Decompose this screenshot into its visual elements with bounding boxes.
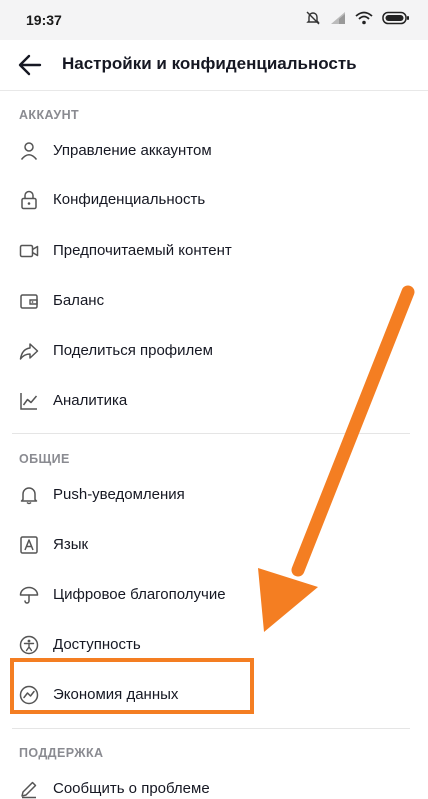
language-icon	[19, 535, 39, 555]
section-title-general: ОБЩИЕ	[19, 452, 70, 466]
menu-item-label: Push-уведомления	[53, 486, 185, 503]
menu-item-label: Поделиться профилем	[53, 342, 213, 359]
menu-item-analytics[interactable]: Аналитика	[0, 379, 410, 423]
menu-item-label: Управление аккаунтом	[53, 142, 212, 159]
menu-item-accessibility[interactable]: Доступность	[0, 623, 410, 667]
wallet-icon	[19, 291, 39, 311]
analytics-chart-icon	[19, 391, 39, 411]
section-divider	[12, 433, 410, 434]
signal-icon	[330, 11, 346, 25]
menu-item-push-notifications[interactable]: Push-уведомления	[0, 473, 410, 517]
menu-item-manage-account[interactable]: Управление аккаунтом	[0, 129, 410, 173]
page-title: Настройки и конфиденциальность	[62, 54, 357, 73]
menu-item-label: Сообщить о проблеме	[53, 780, 210, 797]
pencil-icon	[19, 779, 39, 799]
video-camera-icon	[19, 241, 39, 261]
menu-item-data-saver[interactable]: Экономия данных	[0, 673, 410, 717]
status-time: 19:37	[26, 12, 62, 28]
person-icon	[19, 141, 39, 161]
share-icon	[19, 341, 39, 361]
menu-item-language[interactable]: Язык	[0, 523, 410, 567]
menu-item-digital-wellbeing[interactable]: Цифровое благополучие	[0, 573, 410, 617]
battery-icon	[382, 11, 410, 25]
menu-item-label: Аналитика	[53, 392, 128, 409]
section-title-account: АККАУНТ	[19, 108, 80, 122]
bell-muted-icon	[305, 10, 321, 26]
section-divider	[12, 728, 410, 729]
menu-item-report-problem[interactable]: Сообщить о проблеме	[0, 767, 410, 799]
menu-item-label: Конфиденциальность	[53, 191, 206, 208]
accessibility-icon	[19, 635, 39, 655]
status-bar: 19:37	[0, 0, 428, 40]
back-button[interactable]	[14, 50, 46, 80]
menu-item-label: Баланс	[53, 292, 105, 309]
data-saver-icon	[19, 685, 39, 705]
menu-item-privacy[interactable]: Конфиденциальность	[0, 178, 410, 222]
menu-item-label: Язык	[53, 536, 89, 553]
menu-item-label: Предпочитаемый контент	[53, 242, 232, 259]
arrow-left-icon	[18, 54, 42, 76]
status-icons	[305, 10, 410, 26]
wifi-icon	[355, 11, 373, 25]
navigation-bar: Настройки и конфиденциальность	[0, 40, 428, 91]
menu-item-label: Экономия данных	[53, 686, 179, 703]
umbrella-icon	[19, 585, 39, 605]
menu-item-label: Доступность	[53, 636, 141, 653]
menu-item-balance[interactable]: Баланс	[0, 279, 410, 323]
bell-icon	[19, 485, 39, 505]
lock-icon	[19, 190, 39, 210]
menu-item-share-profile[interactable]: Поделиться профилем	[0, 329, 410, 373]
section-title-support: ПОДДЕРЖКА	[19, 746, 104, 760]
menu-item-label: Цифровое благополучие	[53, 586, 226, 603]
menu-item-content-preferences[interactable]: Предпочитаемый контент	[0, 229, 410, 273]
